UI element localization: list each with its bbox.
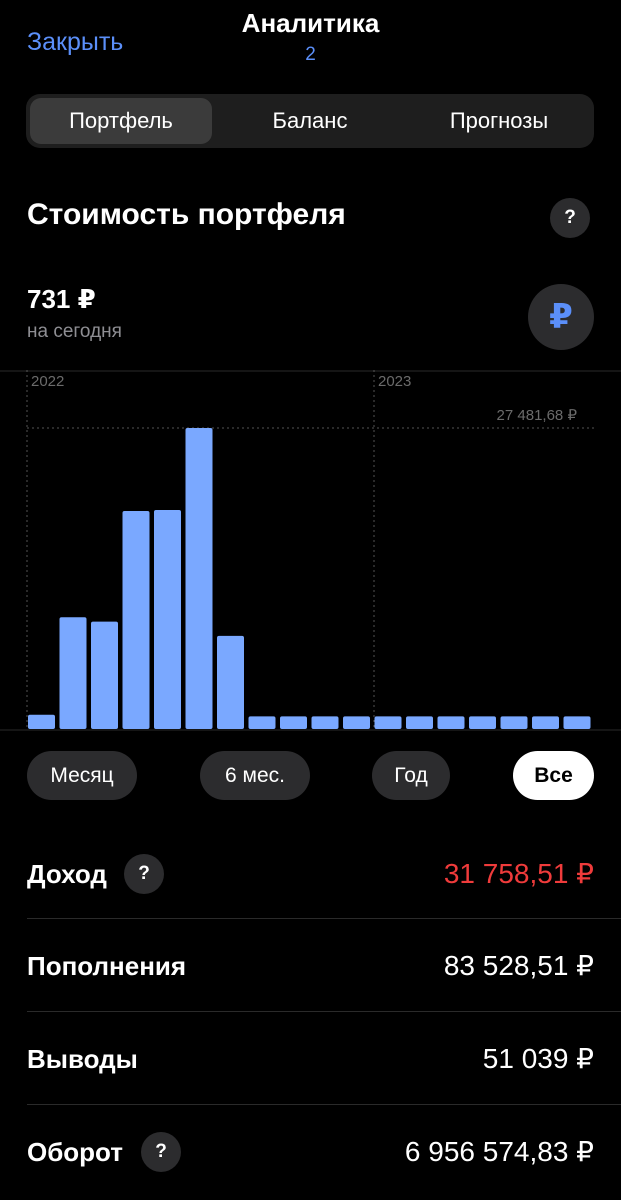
- withdrawals-label: Выводы: [27, 1044, 138, 1074]
- section-title: Стоимость портфеля: [27, 198, 346, 231]
- currency-toggle-button[interactable]: ₽: [528, 284, 594, 350]
- chart-bar: [122, 511, 150, 729]
- page-title: Аналитика: [241, 8, 380, 38]
- range-all-button[interactable]: Все: [513, 751, 594, 800]
- deposits-label: Пополнения: [27, 951, 187, 981]
- divider: [27, 1104, 621, 1105]
- range-6months-button[interactable]: 6 мес.: [200, 751, 310, 800]
- chart-bar: [59, 617, 87, 729]
- chart-bar: [311, 716, 339, 729]
- turnover-label: Оборот: [27, 1137, 124, 1167]
- turnover-value: 6 956 574,83 ₽: [404, 1136, 594, 1167]
- tab-forecasts[interactable]: Прогнозы: [408, 98, 590, 144]
- chart-bar: [280, 716, 307, 729]
- chart-bar: [91, 621, 118, 729]
- max-value-label: 27 481,68 ₽: [497, 407, 578, 424]
- chart-bar: [406, 716, 433, 729]
- range-year-button[interactable]: Год: [372, 751, 450, 800]
- withdrawals-value: 51 039 ₽: [482, 1043, 594, 1074]
- portfolio-value: 731 ₽: [27, 284, 96, 314]
- chart-bar: [217, 635, 244, 729]
- chart-bar: [500, 716, 528, 729]
- income-help-button[interactable]: ?: [124, 854, 164, 894]
- year-label: 2022: [31, 373, 64, 390]
- page-subtitle: 2: [305, 44, 316, 65]
- income-label: Доход: [27, 859, 107, 889]
- portfolio-value-caption: на сегодня: [27, 321, 122, 342]
- chart-bar: [563, 716, 591, 729]
- divider: [27, 918, 621, 919]
- year-label: 2023: [378, 373, 411, 390]
- portfolio-bar-chart: 2022 2023 27 481,68 ₽: [0, 370, 621, 731]
- chart-bar: [28, 714, 55, 729]
- chart-bar: [248, 716, 276, 729]
- tab-bar: Портфель Баланс Прогнозы: [26, 94, 594, 148]
- tab-portfolio[interactable]: Портфель: [30, 98, 212, 144]
- tab-balance[interactable]: Баланс: [217, 98, 403, 144]
- chart-bar: [185, 428, 213, 729]
- stat-row-turnover: Оборот ? 6 956 574,83 ₽: [27, 1106, 594, 1198]
- nav-header: Закрыть Аналитика 2: [0, 0, 621, 80]
- chart-bar: [343, 716, 370, 729]
- chart-bar: [532, 716, 559, 729]
- chart-bar: [154, 509, 181, 729]
- range-month-button[interactable]: Месяц: [27, 751, 137, 800]
- stat-row-income: Доход ? 31 758,51 ₽: [27, 828, 594, 920]
- chart-bar: [437, 716, 465, 729]
- stat-row-deposits: Пополнения 83 528,51 ₽: [27, 920, 594, 1012]
- chart-bar: [374, 716, 402, 729]
- portfolio-help-button[interactable]: ?: [550, 198, 590, 238]
- income-value: 31 758,51 ₽: [443, 858, 594, 889]
- turnover-help-button[interactable]: ?: [141, 1132, 181, 1172]
- chart-bar: [469, 716, 496, 729]
- stat-row-withdrawals: Выводы 51 039 ₽: [27, 1013, 594, 1105]
- deposits-value: 83 528,51 ₽: [443, 950, 594, 981]
- divider: [27, 1011, 621, 1012]
